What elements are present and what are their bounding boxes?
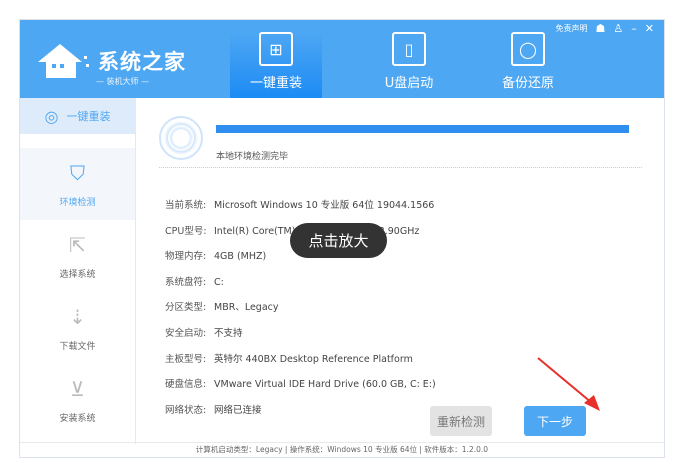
feedback-icon[interactable]: ♙: [613, 22, 623, 35]
info-label: CPU型号:: [165, 225, 207, 237]
info-row: 分区类型: MBR、Legacy: [165, 299, 278, 313]
tab-backup-restore[interactable]: ◯ 备份还原: [482, 32, 574, 98]
info-label: 系统盘符:: [165, 276, 207, 288]
windows-monitor-icon: ⊞: [259, 32, 293, 66]
download-file-icon: ⇣: [69, 304, 86, 329]
recheck-button[interactable]: 重新检测: [430, 406, 492, 436]
tab-label: 备份还原: [501, 76, 554, 91]
close-icon[interactable]: ✕: [645, 22, 654, 35]
progress-bar: [216, 125, 629, 133]
logo: 系统之家 — 装机大师 —: [36, 40, 185, 86]
header: 系统之家 — 装机大师 — ⊞ 一键重装 ▯ U盘启动 ◯ 备份还原 免责声明 ☗ ♙…: [20, 20, 664, 98]
sidebar-item-select-system[interactable]: ⇱ 选择系统: [20, 220, 135, 292]
info-row: 安全启动: 不支持: [165, 325, 243, 339]
info-row: 物理内存: 4GB (MHZ): [165, 248, 266, 262]
sidebar-top-label: 一键重装: [66, 110, 111, 123]
info-label: 网络状态:: [165, 404, 207, 416]
disclaimer-link[interactable]: 免责声明: [556, 23, 588, 34]
sidebar-item-download[interactable]: ⇣ 下载文件: [20, 292, 135, 364]
sidebar-item-env-check[interactable]: ⛉ 环境检测: [20, 148, 135, 220]
info-row: 硬盘信息: VMware Virtual IDE Hard Drive (60.0…: [165, 376, 436, 390]
radar-icon: [159, 116, 203, 160]
info-value: VMware Virtual IDE Hard Drive (60.0 GB, …: [214, 379, 436, 391]
info-value: Microsoft Windows 10 专业版 64位 19044.1566: [214, 200, 435, 211]
backup-monitor-icon: ◯: [511, 32, 545, 66]
sidebar-item-label: 安装系统: [59, 413, 96, 424]
sidebar-item-label: 下载文件: [59, 341, 96, 352]
tab-one-click-reinstall[interactable]: ⊞ 一键重装: [230, 32, 322, 98]
logo-subtitle: — 装机大师 —: [96, 77, 150, 86]
sidebar-item-install[interactable]: ⊻ 安装系统: [20, 364, 135, 436]
divider: [159, 167, 642, 168]
zoom-tooltip[interactable]: 点击放大: [290, 223, 387, 258]
sidebar-item-label: 选择系统: [59, 269, 96, 280]
logo-title: 系统之家: [98, 50, 186, 74]
usb-icon: ▯: [392, 32, 426, 66]
status-text: 本地环境检测完毕: [216, 152, 289, 162]
footer-status: 计算机启动类型：Legacy | 操作系统：Windows 10 专业版 64位…: [20, 442, 664, 457]
info-value: C:: [214, 276, 224, 288]
info-value: 不支持: [214, 328, 243, 339]
red-arrow-annotation: [537, 357, 600, 411]
shield-pulse-icon: ⛉: [70, 160, 85, 185]
info-label: 当前系统:: [165, 200, 207, 211]
info-row: 主板型号: 英特尔 440BX Desktop Reference Platfor…: [165, 351, 413, 365]
sidebar-item-label: 环境检测: [59, 197, 96, 208]
info-row: 系统盘符: C:: [165, 274, 224, 288]
sidebar: ◎ 一键重装 ⛉ 环境检测 ⇱ 选择系统 ⇣ 下载文件 ⊻ 安装系统: [20, 98, 136, 444]
select-arrow-icon: ⇱: [69, 232, 86, 257]
info-label: 物理内存:: [165, 251, 207, 263]
info-label: 硬盘信息:: [165, 379, 207, 391]
house-logo-icon: [38, 44, 89, 78]
info-value: 网络已连接: [214, 404, 262, 416]
info-value: MBR、Legacy: [214, 302, 279, 314]
sidebar-one-click-reinstall[interactable]: ◎ 一键重装: [20, 98, 135, 134]
tab-label: U盘启动: [384, 76, 434, 91]
install-box-icon: ⊻: [70, 376, 85, 401]
tab-label: 一键重装: [249, 76, 302, 91]
tab-usb-boot[interactable]: ▯ U盘启动: [363, 32, 455, 98]
info-label: 主板型号:: [165, 353, 207, 365]
info-label: 分区类型:: [165, 302, 207, 314]
info-row: 当前系统: Microsoft Windows 10 专业版 64位 19044.…: [165, 197, 434, 211]
info-row: 网络状态: 网络已连接: [165, 402, 262, 416]
minimize-icon[interactable]: –: [631, 22, 637, 35]
skin-icon[interactable]: ☗: [596, 22, 606, 35]
info-label: 安全启动:: [165, 328, 207, 339]
info-value: 英特尔 440BX Desktop Reference Platform: [214, 353, 413, 365]
info-value: 4GB (MHZ): [214, 251, 267, 263]
cursor-circle-icon: ◎: [44, 106, 59, 126]
